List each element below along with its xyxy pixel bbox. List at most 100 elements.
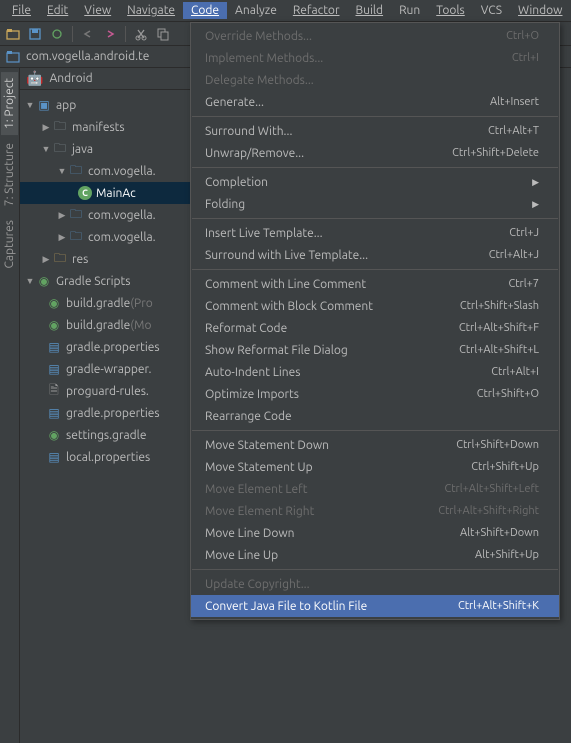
gradle-icon: ◉	[46, 317, 62, 333]
tree-app[interactable]: ▼▣app	[20, 94, 190, 116]
properties-icon: ▤	[46, 449, 62, 465]
android-icon: 🤖	[26, 70, 43, 87]
tree-settings-gradle[interactable]: ◉settings.gradle	[20, 424, 190, 446]
project-panel: 🤖 Android ▼▣app ▶🗀manifests ▼🗀java ▼🗀com…	[20, 68, 190, 743]
tree-java[interactable]: ▼🗀java	[20, 138, 190, 160]
cut-icon[interactable]	[132, 25, 150, 43]
menu-edit[interactable]: Edit	[39, 2, 76, 19]
gradle-icon: ◉	[36, 273, 52, 289]
expand-icon[interactable]: ▼	[24, 100, 36, 110]
redo-icon[interactable]	[101, 25, 119, 43]
tree-gradle-scripts[interactable]: ▼◉Gradle Scripts	[20, 270, 190, 292]
expand-icon[interactable]: ▶	[56, 210, 68, 221]
expand-icon[interactable]: ▶	[56, 232, 68, 243]
folder-icon: 🗀	[52, 141, 68, 157]
project-tree: ▼▣app ▶🗀manifests ▼🗀java ▼🗀com.vogella. …	[20, 90, 190, 472]
menu-completion[interactable]: Completion▶	[191, 171, 559, 193]
project-header[interactable]: 🤖 Android	[20, 68, 190, 90]
tree-proguard[interactable]: 🗎proguard-rules.	[20, 380, 190, 402]
open-icon[interactable]	[4, 25, 22, 43]
properties-icon: ▤	[46, 405, 62, 421]
menu-view[interactable]: View	[76, 2, 119, 19]
menu-refactor[interactable]: Refactor	[285, 2, 348, 19]
menu-elem-right[interactable]: Move Element RightCtrl+Alt+Shift+Right	[191, 500, 559, 522]
menu-optimize-imports[interactable]: Optimize ImportsCtrl+Shift+O	[191, 383, 559, 405]
menu-stmt-down[interactable]: Move Statement DownCtrl+Shift+Down	[191, 434, 559, 456]
sidebar-tab-structure[interactable]: 7: Structure	[1, 137, 18, 212]
folder-icon: 🗀	[52, 251, 68, 267]
menu-line-up[interactable]: Move Line UpAlt+Shift+Up	[191, 544, 559, 566]
menu-stmt-up[interactable]: Move Statement UpCtrl+Shift+Up	[191, 456, 559, 478]
expand-icon[interactable]: ▼	[40, 144, 52, 154]
tree-package[interactable]: ▶🗀com.vogella.	[20, 226, 190, 248]
menu-reformat[interactable]: Reformat CodeCtrl+Alt+Shift+F	[191, 317, 559, 339]
menu-separator	[192, 269, 558, 270]
tree-res[interactable]: ▶🗀res	[20, 248, 190, 270]
menu-line-down[interactable]: Move Line DownAlt+Shift+Down	[191, 522, 559, 544]
tree-main-activity[interactable]: CMainAc	[20, 182, 190, 204]
menu-implement-methods[interactable]: Implement Methods...Ctrl+I	[191, 47, 559, 69]
menu-insert-template[interactable]: Insert Live Template...Ctrl+J	[191, 222, 559, 244]
sidebar-tab-project[interactable]: 1: Project	[1, 72, 18, 135]
menu-run[interactable]: Run	[391, 2, 428, 19]
menu-navigate[interactable]: Navigate	[119, 2, 183, 19]
menu-override-methods[interactable]: Override Methods...Ctrl+O	[191, 25, 559, 47]
expand-icon[interactable]: ▼	[24, 276, 36, 286]
tree-build-gradle-project[interactable]: ◉build.gradle (Pro	[20, 292, 190, 314]
menu-window[interactable]: Window	[510, 2, 570, 19]
submenu-arrow-icon: ▶	[532, 177, 539, 188]
gradle-icon: ◉	[46, 295, 62, 311]
tree-local-properties[interactable]: ▤local.properties	[20, 446, 190, 468]
expand-icon[interactable]: ▶	[40, 254, 52, 265]
menu-update-copyright[interactable]: Update Copyright...	[191, 573, 559, 595]
menu-build[interactable]: Build	[348, 2, 392, 19]
menu-reformat-dialog[interactable]: Show Reformat File DialogCtrl+Alt+Shift+…	[191, 339, 559, 361]
module-icon: ▣	[36, 97, 52, 113]
menu-surround-template[interactable]: Surround with Live Template...Ctrl+Alt+J	[191, 244, 559, 266]
menu-code[interactable]: Code	[183, 2, 227, 19]
package-icon: 🗀	[68, 229, 84, 245]
tree-package[interactable]: ▶🗀com.vogella.	[20, 204, 190, 226]
menu-separator	[192, 218, 558, 219]
menu-unwrap[interactable]: Unwrap/Remove...Ctrl+Shift+Delete	[191, 142, 559, 164]
menu-generate[interactable]: Generate...Alt+Insert	[191, 91, 559, 113]
copy-icon[interactable]	[154, 25, 172, 43]
menu-line-comment[interactable]: Comment with Line CommentCtrl+7	[191, 273, 559, 295]
expand-icon[interactable]: ▶	[40, 122, 52, 133]
menu-convert-kotlin[interactable]: Convert Java File to Kotlin FileCtrl+Alt…	[191, 595, 559, 617]
menu-vcs[interactable]: VCS	[473, 2, 510, 19]
folder-icon: 🗀	[52, 119, 68, 135]
class-icon: C	[78, 186, 92, 200]
save-icon[interactable]	[26, 25, 44, 43]
breadcrumb-project[interactable]: com.vogella.android.te	[26, 50, 149, 63]
menu-folding[interactable]: Folding▶	[191, 193, 559, 215]
package-icon: 🗀	[68, 163, 84, 179]
menu-surround-with[interactable]: Surround With...Ctrl+Alt+T	[191, 120, 559, 142]
menu-tools[interactable]: Tools	[428, 2, 473, 19]
tree-build-gradle-module[interactable]: ◉build.gradle (Mo	[20, 314, 190, 336]
menu-separator	[192, 167, 558, 168]
tree-gradle-wrapper[interactable]: ▤gradle-wrapper.	[20, 358, 190, 380]
tree-package[interactable]: ▼🗀com.vogella.	[20, 160, 190, 182]
tree-manifests[interactable]: ▶🗀manifests	[20, 116, 190, 138]
menu-rearrange[interactable]: Rearrange Code	[191, 405, 559, 427]
package-icon: 🗀	[68, 207, 84, 223]
properties-icon: ▤	[46, 339, 62, 355]
expand-icon[interactable]: ▼	[56, 166, 68, 176]
text-file-icon: 🗎	[46, 383, 62, 399]
menu-block-comment[interactable]: Comment with Block CommentCtrl+Shift+Sla…	[191, 295, 559, 317]
sync-icon[interactable]	[48, 25, 66, 43]
menu-separator	[192, 116, 558, 117]
sidebar-tab-captures[interactable]: Captures	[1, 214, 18, 275]
menu-file[interactable]: File	[4, 2, 39, 19]
menu-auto-indent[interactable]: Auto-Indent LinesCtrl+Alt+I	[191, 361, 559, 383]
undo-icon[interactable]	[79, 25, 97, 43]
left-sidebar: 1: Project 7: Structure Captures	[0, 68, 20, 743]
menu-delegate-methods[interactable]: Delegate Methods...	[191, 69, 559, 91]
menu-analyze[interactable]: Analyze	[227, 2, 285, 19]
toolbar-separator	[125, 26, 126, 42]
tree-gradle-properties[interactable]: ▤gradle.properties	[20, 336, 190, 358]
properties-icon: ▤	[46, 361, 62, 377]
tree-gradle-properties2[interactable]: ▤gradle.properties	[20, 402, 190, 424]
menu-elem-left[interactable]: Move Element LeftCtrl+Alt+Shift+Left	[191, 478, 559, 500]
